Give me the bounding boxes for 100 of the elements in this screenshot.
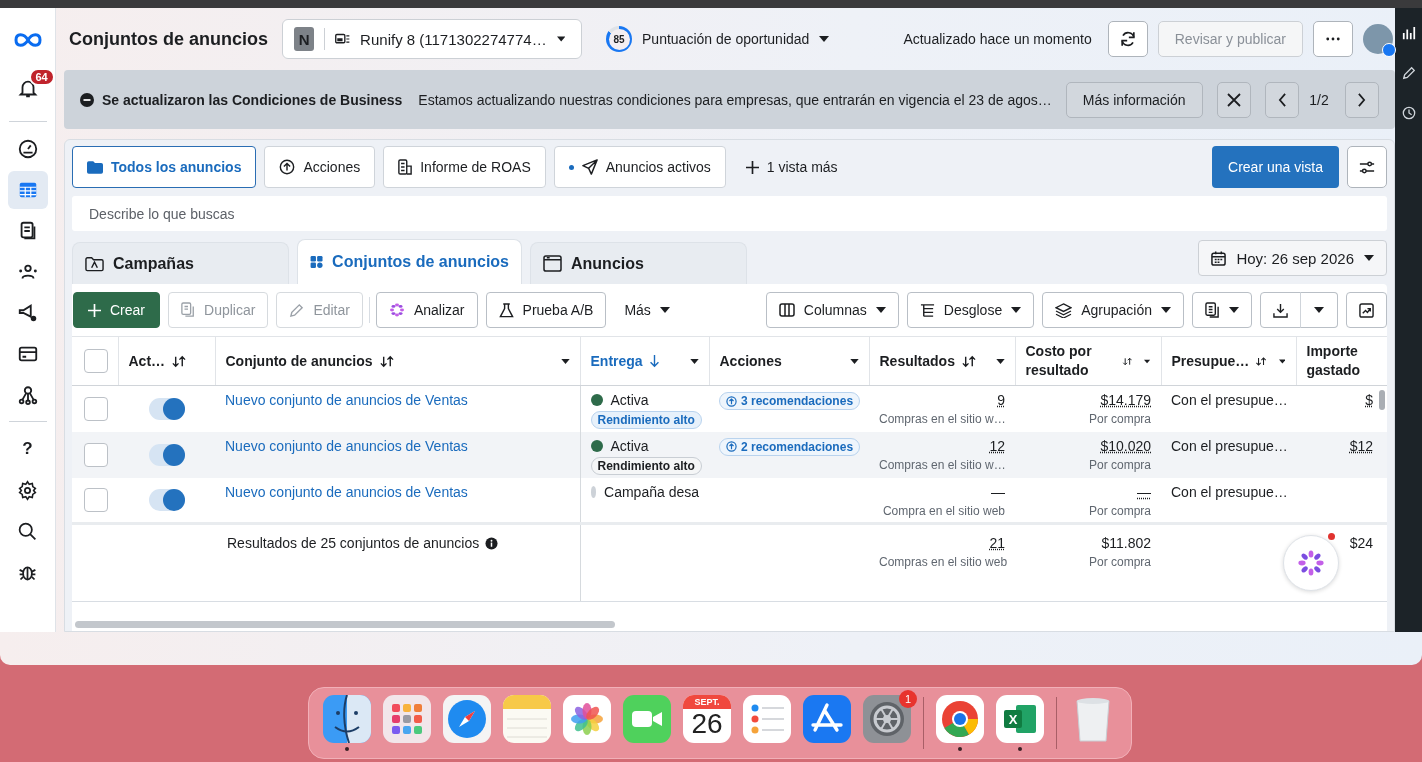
recommendations-tag[interactable]: 2 recomendaciones bbox=[719, 437, 861, 456]
app-grid-icon[interactable] bbox=[383, 695, 431, 743]
compass-icon[interactable] bbox=[443, 695, 491, 743]
infinity-logo-icon[interactable] bbox=[12, 32, 43, 48]
caret-icon[interactable] bbox=[849, 358, 859, 364]
export-menu-button[interactable] bbox=[1300, 292, 1338, 328]
more-menu-button[interactable]: Más bbox=[614, 292, 680, 328]
close-button[interactable] bbox=[1216, 81, 1251, 118]
amount-spent-value: $ bbox=[1365, 392, 1373, 408]
toggle-switch[interactable] bbox=[148, 397, 185, 420]
account-icon bbox=[335, 32, 351, 46]
toolbar-dropdown[interactable]: Desglose bbox=[906, 292, 1035, 328]
pencil-icon bbox=[289, 302, 305, 318]
row-checkbox[interactable] bbox=[84, 442, 108, 467]
create-button[interactable]: Crear bbox=[73, 292, 160, 328]
folder-icon bbox=[87, 160, 103, 174]
sliders-icon bbox=[1359, 160, 1375, 174]
export-button[interactable] bbox=[1260, 292, 1301, 328]
scrollbar-thumb[interactable] bbox=[75, 620, 615, 628]
charts-button[interactable] bbox=[1346, 292, 1387, 328]
view-tab[interactable]: Anuncios activos bbox=[553, 146, 726, 188]
next-button[interactable] bbox=[1344, 81, 1379, 118]
column-header[interactable]: Act… bbox=[128, 353, 166, 369]
toolbar-dropdown[interactable]: Columnas bbox=[765, 292, 899, 328]
create-view-button[interactable]: Crear una vista bbox=[1212, 146, 1339, 188]
flower-icon[interactable] bbox=[563, 695, 611, 743]
amount-spent-value: $12 bbox=[1349, 437, 1373, 454]
more-info-button[interactable]: Más información bbox=[1065, 81, 1203, 118]
budget-value: Con el presupue… bbox=[1171, 483, 1288, 500]
row-checkbox[interactable] bbox=[84, 396, 108, 421]
ellipsis-icon bbox=[1326, 37, 1340, 41]
app-store-icon[interactable] bbox=[803, 695, 851, 743]
view-tab[interactable]: Acciones bbox=[264, 146, 376, 188]
view-tab[interactable]: Informe de ROAS bbox=[383, 146, 546, 188]
toolbar-button[interactable]: Analizar bbox=[375, 292, 478, 328]
flask-icon bbox=[498, 302, 514, 318]
view-tab[interactable]: Todos los anuncios bbox=[72, 146, 257, 188]
more-views-button[interactable]: 1 vista más bbox=[733, 159, 850, 175]
level-tab[interactable]: Campañas bbox=[72, 242, 289, 284]
smiling-face-icon[interactable] bbox=[323, 695, 371, 743]
browser-icon[interactable] bbox=[936, 695, 984, 743]
toolbar-button[interactable]: Prueba A/B bbox=[485, 292, 607, 328]
caret-icon[interactable] bbox=[995, 358, 1005, 364]
results-value: 9 bbox=[997, 392, 1005, 408]
results-label: Compras en el sitio w… bbox=[879, 412, 1005, 426]
column-header[interactable]: Presupue… bbox=[1171, 353, 1250, 369]
caret-icon[interactable] bbox=[689, 358, 699, 364]
date-range-picker[interactable]: Hoy: 26 sep 2026 bbox=[1198, 240, 1387, 276]
row-checkbox[interactable] bbox=[84, 487, 108, 512]
opportunity-score-dropdown[interactable]: 85 Puntuación de oportunidad bbox=[600, 25, 836, 53]
caret-icon bbox=[1364, 255, 1374, 261]
level-tab[interactable]: Conjuntos de anuncios bbox=[297, 239, 522, 284]
column-header[interactable]: Entrega bbox=[590, 353, 643, 369]
account-selector[interactable]: N Runify 8 (1171302274774… bbox=[282, 19, 582, 59]
clock-icon[interactable] bbox=[1401, 106, 1416, 120]
report-dropdown[interactable] bbox=[1192, 292, 1252, 328]
column-header[interactable]: Costo por resultado bbox=[1025, 342, 1117, 380]
column-header[interactable]: Conjunto de anuncios bbox=[225, 353, 373, 369]
toggle-switch[interactable] bbox=[148, 443, 185, 466]
column-header[interactable]: Resultados bbox=[879, 353, 955, 369]
assistant-button[interactable] bbox=[1283, 535, 1339, 591]
filter-settings-button[interactable] bbox=[1347, 146, 1387, 188]
column-header[interactable]: Importe gastado bbox=[1306, 342, 1371, 380]
level-tab[interactable]: Anuncios bbox=[530, 242, 747, 284]
profile-avatar[interactable] bbox=[1363, 24, 1393, 54]
page-counter: 1/2 bbox=[1309, 91, 1329, 108]
checklist-icon[interactable] bbox=[743, 695, 791, 743]
gauge-icon bbox=[16, 138, 39, 160]
toolbar-dropdown[interactable]: Agrupación bbox=[1042, 292, 1184, 328]
results-label: Compra en el sitio web bbox=[881, 503, 1005, 518]
columns-icon bbox=[778, 303, 795, 317]
delivery-status: Campaña desa bbox=[604, 483, 699, 500]
scrollbar-thumb[interactable] bbox=[1379, 390, 1385, 410]
results-total: 21 bbox=[989, 535, 1005, 551]
caret-icon[interactable] bbox=[1144, 358, 1151, 364]
toggle-switch[interactable] bbox=[148, 488, 185, 511]
calendar-app-icon[interactable]: SEPT. 26 bbox=[683, 695, 731, 743]
bar-chart-icon[interactable] bbox=[1401, 26, 1416, 40]
chevron-right-icon bbox=[1357, 92, 1367, 107]
search-field[interactable]: Describe lo que buscas bbox=[72, 196, 1387, 231]
caret-icon[interactable] bbox=[1278, 358, 1286, 364]
select-all-checkbox[interactable] bbox=[84, 349, 108, 373]
recommendations-tag[interactable]: 3 recomendaciones bbox=[719, 392, 861, 410]
refresh-button[interactable] bbox=[1107, 21, 1148, 57]
plus-icon bbox=[88, 303, 101, 317]
delivery-status: Activa bbox=[610, 392, 649, 408]
folder-icon bbox=[85, 255, 104, 272]
gear-icon[interactable] bbox=[863, 695, 911, 743]
ad-set-link[interactable]: Nuevo conjunto de anuncios de Ventas bbox=[225, 483, 468, 500]
cost-label: Por compra bbox=[1087, 503, 1151, 518]
column-header[interactable]: Acciones bbox=[719, 353, 782, 369]
help-button[interactable]: ? bbox=[7, 430, 48, 468]
previous-button[interactable] bbox=[1264, 81, 1300, 118]
pencil-icon[interactable] bbox=[1401, 66, 1416, 80]
cost-label: Por compra bbox=[1087, 412, 1151, 426]
ad-set-link[interactable]: Nuevo conjunto de anuncios de Ventas bbox=[225, 392, 468, 408]
caret-icon[interactable] bbox=[560, 358, 570, 364]
results-value: 12 bbox=[989, 437, 1005, 454]
spreadsheet-app-icon[interactable]: X bbox=[996, 695, 1044, 743]
status-dot bbox=[568, 164, 574, 170]
